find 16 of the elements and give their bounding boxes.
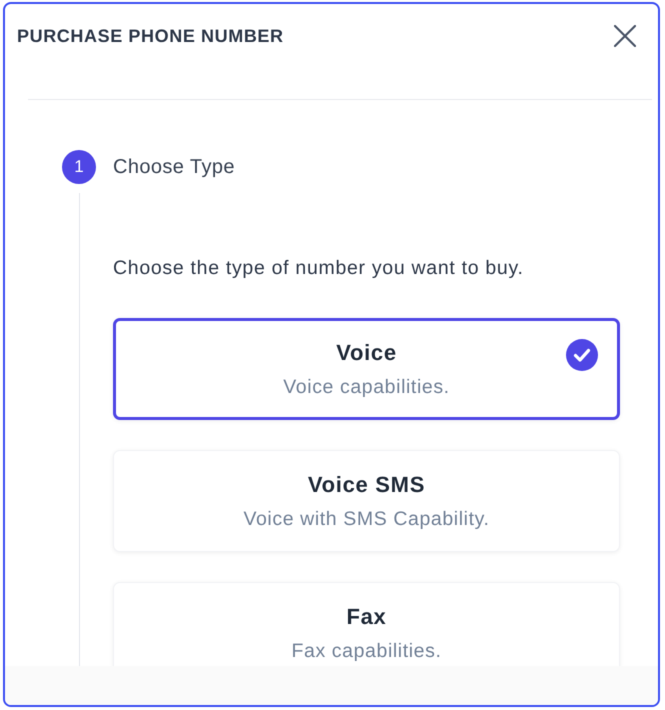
option-card[interactable]: Voice Voice capabilities. [113, 318, 620, 420]
step-title: Choose Type [113, 156, 236, 178]
option-card[interactable]: Fax Fax capabilities. [113, 582, 620, 666]
option-card[interactable]: Voice SMS Voice with SMS Capability. [113, 450, 620, 552]
option-title: Voice [336, 340, 397, 366]
option-title: Fax [346, 604, 386, 630]
dialog-title: PURCHASE PHONE NUMBER [17, 26, 284, 46]
step-number: 1 [62, 150, 96, 184]
option-description: Fax capabilities. [291, 640, 442, 662]
close-button[interactable] [614, 25, 636, 47]
close-icon [614, 25, 636, 47]
option-title: Voice SMS [308, 472, 426, 498]
option-description: Voice capabilities. [283, 376, 450, 398]
step-description: Choose the type of number you want to buy. [113, 256, 525, 280]
option-description: Voice with SMS Capability. [243, 508, 490, 530]
check-circle-icon [566, 339, 598, 371]
